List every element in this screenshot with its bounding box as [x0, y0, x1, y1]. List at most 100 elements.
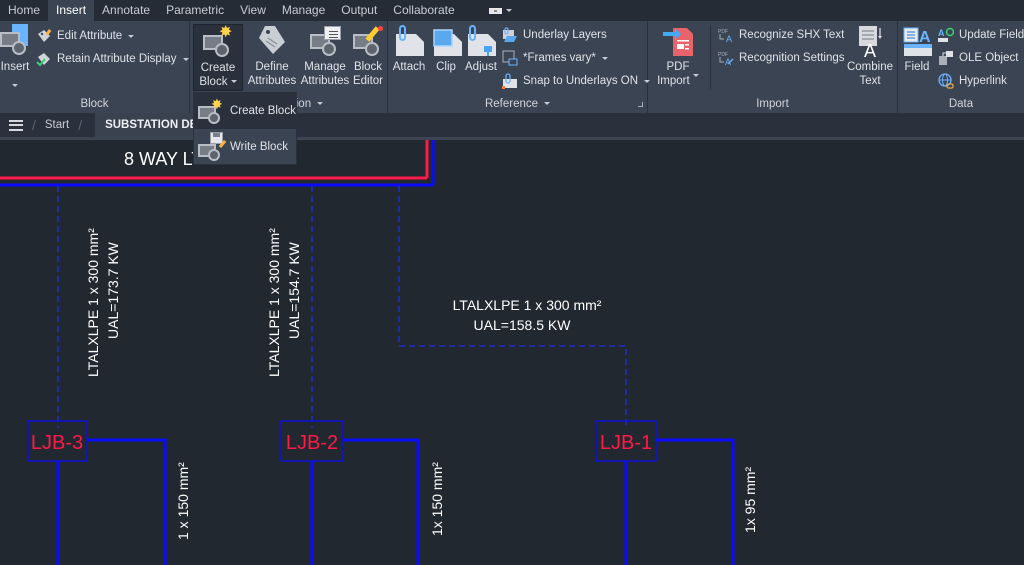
- frames-icon: [502, 50, 518, 66]
- recognize-shx-text-button[interactable]: PDF A Recognize SHX Text: [718, 25, 844, 45]
- tab-parametric[interactable]: Parametric: [158, 0, 232, 21]
- tag-icon: [255, 24, 289, 58]
- junction-box-ljb1[interactable]: LJB-1: [595, 420, 657, 462]
- file-tab-substation-details[interactable]: SUBSTATION DETAILS: [95, 113, 208, 137]
- create-block-icon: ✸: [201, 25, 235, 59]
- insert-block-icon: [0, 24, 30, 58]
- create-block-menu: ✸ Create Block Write Block: [193, 92, 297, 165]
- manage-attributes-button[interactable]: Manage Attributes: [300, 24, 350, 88]
- chevron-down-icon: [692, 74, 699, 77]
- panel-title-block-definition[interactable]: ition: [290, 98, 387, 110]
- adjust-button[interactable]: Adjust: [464, 24, 498, 74]
- tab-home[interactable]: Home: [0, 0, 48, 21]
- drawing-svg: 8 WAY LT LTALXLPE 1 x 300 mm² UAL=173.7 …: [0, 140, 758, 565]
- cable-label-2-line1: LTALXLPE 1 x 300 mm²: [266, 228, 282, 377]
- pdf-import-button[interactable]: PDF Import: [654, 24, 702, 88]
- block-editor-button[interactable]: Block Editor: [350, 24, 386, 88]
- ribbon: Insert Edit Attribute Retain Attribute D…: [0, 21, 1024, 113]
- pdf-import-icon: [661, 24, 695, 58]
- field-button[interactable]: A Field: [900, 24, 934, 74]
- panel-title-data: Data: [948, 98, 974, 110]
- update-fields-icon: A: [938, 27, 955, 43]
- panel-title-block: Block: [80, 98, 109, 110]
- dialog-launcher-icon[interactable]: [638, 102, 643, 107]
- frames-vary-dropdown[interactable]: *Frames vary*: [502, 48, 608, 68]
- file-tab-start[interactable]: Start: [45, 119, 69, 131]
- cable-label-1-line2: UAL=173.7 KW: [105, 241, 121, 339]
- chevron-down-icon: [601, 56, 608, 60]
- ljb3-label: LJB-3: [31, 432, 83, 454]
- adjust-icon: [464, 24, 498, 58]
- tab-insert[interactable]: Insert: [48, 0, 95, 21]
- retain-attribute-display-button[interactable]: Retain Attribute Display: [36, 49, 189, 69]
- menu-item-write-block[interactable]: Write Block: [194, 129, 296, 165]
- hyperlink-button[interactable]: Hyperlink: [938, 71, 1007, 91]
- switchboard-title: 8 WAY LT: [124, 149, 202, 169]
- ole-object-icon: [938, 50, 954, 66]
- hamburger-menu-icon[interactable]: [9, 119, 23, 131]
- menu-item-create-block[interactable]: ✸ Create Block: [194, 93, 296, 129]
- svg-text:A: A: [726, 34, 732, 43]
- write-block-icon: [198, 132, 227, 162]
- combine-text-button[interactable]: A Combine Text: [844, 24, 896, 88]
- tab-collaborate[interactable]: Collaborate: [385, 0, 462, 21]
- tab-output[interactable]: Output: [333, 0, 385, 21]
- svg-text:A: A: [919, 29, 931, 46]
- manage-attributes-icon: [308, 24, 342, 58]
- tab-view[interactable]: View: [232, 0, 274, 21]
- attach-icon: [392, 24, 426, 58]
- tab-separator: /: [78, 117, 83, 133]
- block-editor-icon: [351, 24, 385, 58]
- divider: [710, 25, 711, 89]
- attach-button[interactable]: Attach: [391, 24, 427, 74]
- cable-label-1-line1: LTALXLPE 1 x 300 mm²: [85, 228, 101, 377]
- ole-object-button[interactable]: OLE Object: [938, 48, 1018, 68]
- tab-manage[interactable]: Manage: [274, 0, 333, 21]
- branch-label-ljb1: 1x 95 mm²: [742, 467, 758, 533]
- cable-label-2-line2: UAL=154.7 KW: [286, 241, 302, 339]
- snap-to-underlays-dropdown[interactable]: Snap to Underlays ON: [502, 71, 651, 91]
- combine-text-icon: A: [853, 24, 887, 61]
- create-block-button[interactable]: ✸ Create Block: [193, 24, 243, 91]
- clip-button[interactable]: Clip: [430, 24, 462, 74]
- ribbon-state-toggle[interactable]: [488, 0, 512, 21]
- recognition-settings-icon: PDF A: [718, 50, 734, 67]
- chevron-down-icon: [544, 102, 551, 106]
- feeder-ljb3-branch: [87, 438, 167, 565]
- branch-label-ljb2: 1x 150 mm²: [429, 462, 445, 536]
- svg-text:A: A: [938, 28, 945, 38]
- tab-annotate[interactable]: Annotate: [94, 0, 158, 21]
- panel-block: Insert Edit Attribute Retain Attribute D…: [0, 21, 190, 113]
- chevron-down-icon: [182, 57, 189, 61]
- panel-import: PDF Import PDF A Recognize SHX Text PDF A …: [648, 21, 898, 113]
- panel-title-import: Import: [756, 98, 789, 110]
- panel-data: A Field A Update Fields OLE Object Hyper…: [898, 21, 1024, 113]
- define-attributes-button[interactable]: Define Attributes: [246, 24, 298, 88]
- drawing-canvas[interactable]: 8 WAY LT LTALXLPE 1 x 300 mm² UAL=173.7 …: [0, 140, 1024, 565]
- feeder-ljb2-branch: [343, 438, 420, 565]
- edit-attribute-button[interactable]: Edit Attribute: [36, 26, 135, 46]
- chevron-down-icon: [505, 9, 512, 12]
- create-block-icon: ✸: [198, 96, 226, 126]
- ribbon-tab-bar: Home Insert Annotate Parametric View Man…: [0, 0, 1024, 21]
- field-icon: A: [900, 24, 934, 58]
- update-fields-button[interactable]: A Update Fields: [938, 25, 1024, 45]
- insert-button[interactable]: Insert: [0, 24, 30, 91]
- tab-separator: /: [32, 117, 36, 133]
- insert-dropdown-caret[interactable]: [12, 84, 18, 87]
- chevron-down-icon: [317, 102, 324, 106]
- panel-toggle-icon: [488, 7, 502, 14]
- recognize-shx-icon: PDF A: [718, 27, 734, 44]
- panel-reference: Attach Clip Adjust Underlay Layers *Fram…: [388, 21, 651, 113]
- ljb2-label: LJB-2: [286, 432, 338, 454]
- cable-label-3-line1: LTALXLPE 1 x 300 mm²: [453, 297, 602, 313]
- underlay-layers-button[interactable]: Underlay Layers: [502, 25, 607, 45]
- chevron-down-icon: [128, 34, 135, 38]
- autocad-window: Home Insert Annotate Parametric View Man…: [0, 0, 1024, 565]
- edit-attribute-icon: [36, 28, 52, 44]
- ljb1-label: LJB-1: [600, 432, 652, 454]
- panel-title-reference[interactable]: Reference: [388, 98, 647, 110]
- retain-attribute-icon: [36, 51, 52, 67]
- globe-link-icon: [938, 73, 954, 89]
- recognition-settings-button[interactable]: PDF A Recognition Settings: [718, 48, 844, 68]
